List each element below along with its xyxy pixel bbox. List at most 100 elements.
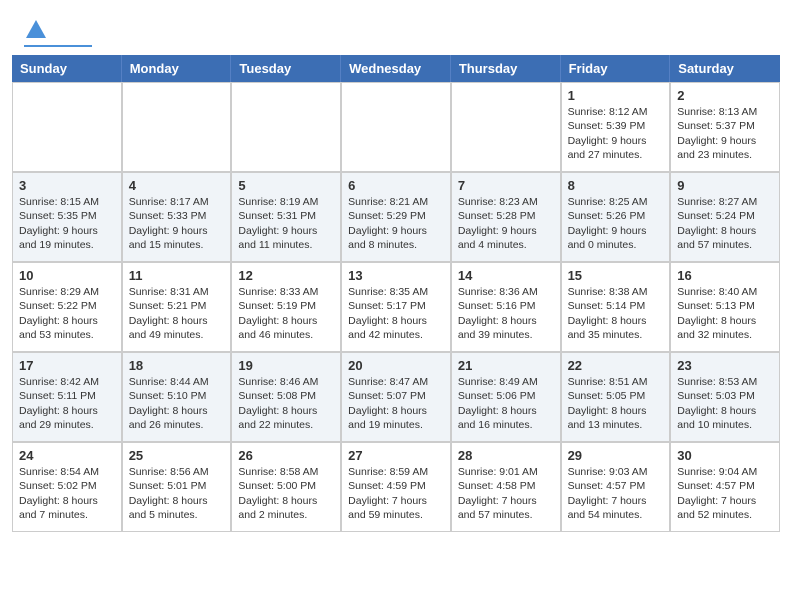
- day-cell-18: 18 Sunrise: 8:44 AM Sunset: 5:10 PM Dayli…: [122, 352, 232, 442]
- day-cell-12: 12Sunrise: 8:33 AM Sunset: 5:19 PM Dayli…: [231, 262, 341, 352]
- day-number: 24: [19, 448, 115, 463]
- day-info: Sunrise: 8:58 AM Sunset: 5:00 PM Dayligh…: [238, 465, 334, 523]
- header-saturday: Saturday: [670, 55, 780, 82]
- day-cell-3: 3 Sunrise: 8:15 AM Sunset: 5:35 PM Daylig…: [12, 172, 122, 262]
- day-info: Sunrise: 8:35 AM Sunset: 5:17 PM Dayligh…: [348, 285, 444, 343]
- day-cell-10: 10Sunrise: 8:29 AM Sunset: 5:22 PM Dayli…: [12, 262, 122, 352]
- day-number: 23: [677, 358, 773, 373]
- day-cell-20: 20Sunrise: 8:47 AM Sunset: 5:07 PM Dayli…: [341, 352, 451, 442]
- logo: [24, 18, 92, 47]
- day-number: 3: [19, 178, 115, 193]
- day-number: 10: [19, 268, 115, 283]
- day-number: 26: [238, 448, 334, 463]
- day-cell-26: 26 Sunrise: 8:58 AM Sunset: 5:00 PM Dayli…: [231, 442, 341, 532]
- day-cell-23: 23 Sunrise: 8:53 AM Sunset: 5:03 PM Dayli…: [670, 352, 780, 442]
- day-cell-28: 28 Sunrise: 9:01 AM Sunset: 4:58 PM Dayli…: [451, 442, 561, 532]
- day-info: Sunrise: 8:53 AM Sunset: 5:03 PM Dayligh…: [677, 375, 773, 433]
- empty-cell: [451, 82, 561, 172]
- day-info: Sunrise: 8:27 AM Sunset: 5:24 PM Dayligh…: [677, 195, 773, 253]
- empty-cell: [231, 82, 341, 172]
- day-number: 16: [677, 268, 773, 283]
- day-cell-27: 27 Sunrise: 8:59 AM Sunset: 4:59 PM Dayli…: [341, 442, 451, 532]
- day-info: Sunrise: 8:33 AM Sunset: 5:19 PM Dayligh…: [238, 285, 334, 343]
- header-wednesday: Wednesday: [341, 55, 451, 82]
- day-cell-11: 11 Sunrise: 8:31 AM Sunset: 5:21 PM Dayli…: [122, 262, 232, 352]
- day-info: Sunrise: 8:19 AM Sunset: 5:31 PM Dayligh…: [238, 195, 334, 253]
- day-number: 6: [348, 178, 444, 193]
- page-header: [0, 0, 792, 55]
- calendar-header: Sunday Monday Tuesday Wednesday Thursday…: [12, 55, 780, 82]
- day-cell-4: 4 Sunrise: 8:17 AM Sunset: 5:33 PM Daylig…: [122, 172, 232, 262]
- day-cell-15: 15 Sunrise: 8:38 AM Sunset: 5:14 PM Dayli…: [561, 262, 671, 352]
- day-info: Sunrise: 8:40 AM Sunset: 5:13 PM Dayligh…: [677, 285, 773, 343]
- day-number: 11: [129, 268, 225, 283]
- day-number: 5: [238, 178, 334, 193]
- day-info: Sunrise: 8:42 AM Sunset: 5:11 PM Dayligh…: [19, 375, 115, 433]
- day-number: 21: [458, 358, 554, 373]
- calendar-container: Sunday Monday Tuesday Wednesday Thursday…: [12, 55, 780, 532]
- header-tuesday: Tuesday: [231, 55, 341, 82]
- day-number: 8: [568, 178, 664, 193]
- day-info: Sunrise: 8:12 AM Sunset: 5:39 PM Dayligh…: [568, 105, 664, 163]
- day-info: Sunrise: 8:15 AM Sunset: 5:35 PM Dayligh…: [19, 195, 115, 253]
- day-cell-2: 2 Sunrise: 8:13 AM Sunset: 5:37 PM Daylig…: [670, 82, 780, 172]
- day-number: 30: [677, 448, 773, 463]
- day-info: Sunrise: 8:21 AM Sunset: 5:29 PM Dayligh…: [348, 195, 444, 253]
- day-info: Sunrise: 8:17 AM Sunset: 5:33 PM Dayligh…: [129, 195, 225, 253]
- day-cell-8: 8 Sunrise: 8:25 AM Sunset: 5:26 PM Daylig…: [561, 172, 671, 262]
- empty-cell: [122, 82, 232, 172]
- day-number: 13: [348, 268, 444, 283]
- day-cell-17: 17 Sunrise: 8:42 AM Sunset: 5:11 PM Dayli…: [12, 352, 122, 442]
- day-cell-1: 1 Sunrise: 8:12 AM Sunset: 5:39 PM Daylig…: [561, 82, 671, 172]
- day-number: 9: [677, 178, 773, 193]
- header-friday: Friday: [561, 55, 671, 82]
- day-cell-6: 6 Sunrise: 8:21 AM Sunset: 5:29 PM Daylig…: [341, 172, 451, 262]
- day-info: Sunrise: 8:38 AM Sunset: 5:14 PM Dayligh…: [568, 285, 664, 343]
- day-cell-22: 22 Sunrise: 8:51 AM Sunset: 5:05 PM Dayli…: [561, 352, 671, 442]
- day-number: 29: [568, 448, 664, 463]
- day-number: 19: [238, 358, 334, 373]
- day-info: Sunrise: 8:51 AM Sunset: 5:05 PM Dayligh…: [568, 375, 664, 433]
- day-number: 7: [458, 178, 554, 193]
- day-cell-13: 13 Sunrise: 8:35 AM Sunset: 5:17 PM Dayli…: [341, 262, 451, 352]
- day-cell-24: 24Sunrise: 8:54 AM Sunset: 5:02 PM Dayli…: [12, 442, 122, 532]
- day-info: Sunrise: 8:59 AM Sunset: 4:59 PM Dayligh…: [348, 465, 444, 523]
- day-cell-16: 16 Sunrise: 8:40 AM Sunset: 5:13 PM Dayli…: [670, 262, 780, 352]
- day-cell-25: 25 Sunrise: 8:56 AM Sunset: 5:01 PM Dayli…: [122, 442, 232, 532]
- day-info: Sunrise: 8:25 AM Sunset: 5:26 PM Dayligh…: [568, 195, 664, 253]
- day-number: 15: [568, 268, 664, 283]
- day-number: 2: [677, 88, 773, 103]
- day-info: Sunrise: 9:04 AM Sunset: 4:57 PM Dayligh…: [677, 465, 773, 523]
- logo-arrow-icon: [24, 18, 46, 40]
- day-number: 22: [568, 358, 664, 373]
- day-cell-5: 5 Sunrise: 8:19 AM Sunset: 5:31 PM Daylig…: [231, 172, 341, 262]
- day-number: 25: [129, 448, 225, 463]
- day-cell-19: 19Sunrise: 8:46 AM Sunset: 5:08 PM Dayli…: [231, 352, 341, 442]
- day-info: Sunrise: 8:44 AM Sunset: 5:10 PM Dayligh…: [129, 375, 225, 433]
- day-number: 18: [129, 358, 225, 373]
- day-number: 27: [348, 448, 444, 463]
- calendar-body: 1 Sunrise: 8:12 AM Sunset: 5:39 PM Daylig…: [12, 82, 780, 532]
- day-info: Sunrise: 8:49 AM Sunset: 5:06 PM Dayligh…: [458, 375, 554, 433]
- day-info: Sunrise: 9:01 AM Sunset: 4:58 PM Dayligh…: [458, 465, 554, 523]
- day-info: Sunrise: 8:56 AM Sunset: 5:01 PM Dayligh…: [129, 465, 225, 523]
- day-number: 28: [458, 448, 554, 463]
- header-thursday: Thursday: [451, 55, 561, 82]
- day-number: 4: [129, 178, 225, 193]
- day-number: 17: [19, 358, 115, 373]
- day-info: Sunrise: 9:03 AM Sunset: 4:57 PM Dayligh…: [568, 465, 664, 523]
- day-cell-21: 21 Sunrise: 8:49 AM Sunset: 5:06 PM Dayli…: [451, 352, 561, 442]
- day-number: 1: [568, 88, 664, 103]
- day-info: Sunrise: 8:23 AM Sunset: 5:28 PM Dayligh…: [458, 195, 554, 253]
- header-sunday: Sunday: [12, 55, 122, 82]
- day-info: Sunrise: 8:31 AM Sunset: 5:21 PM Dayligh…: [129, 285, 225, 343]
- day-info: Sunrise: 8:36 AM Sunset: 5:16 PM Dayligh…: [458, 285, 554, 343]
- empty-cell: [341, 82, 451, 172]
- logo-underline: [24, 45, 92, 47]
- day-info: Sunrise: 8:13 AM Sunset: 5:37 PM Dayligh…: [677, 105, 773, 163]
- day-cell-29: 29 Sunrise: 9:03 AM Sunset: 4:57 PM Dayli…: [561, 442, 671, 532]
- day-cell-30: 30 Sunrise: 9:04 AM Sunset: 4:57 PM Dayli…: [670, 442, 780, 532]
- day-number: 14: [458, 268, 554, 283]
- header-monday: Monday: [122, 55, 232, 82]
- day-number: 20: [348, 358, 444, 373]
